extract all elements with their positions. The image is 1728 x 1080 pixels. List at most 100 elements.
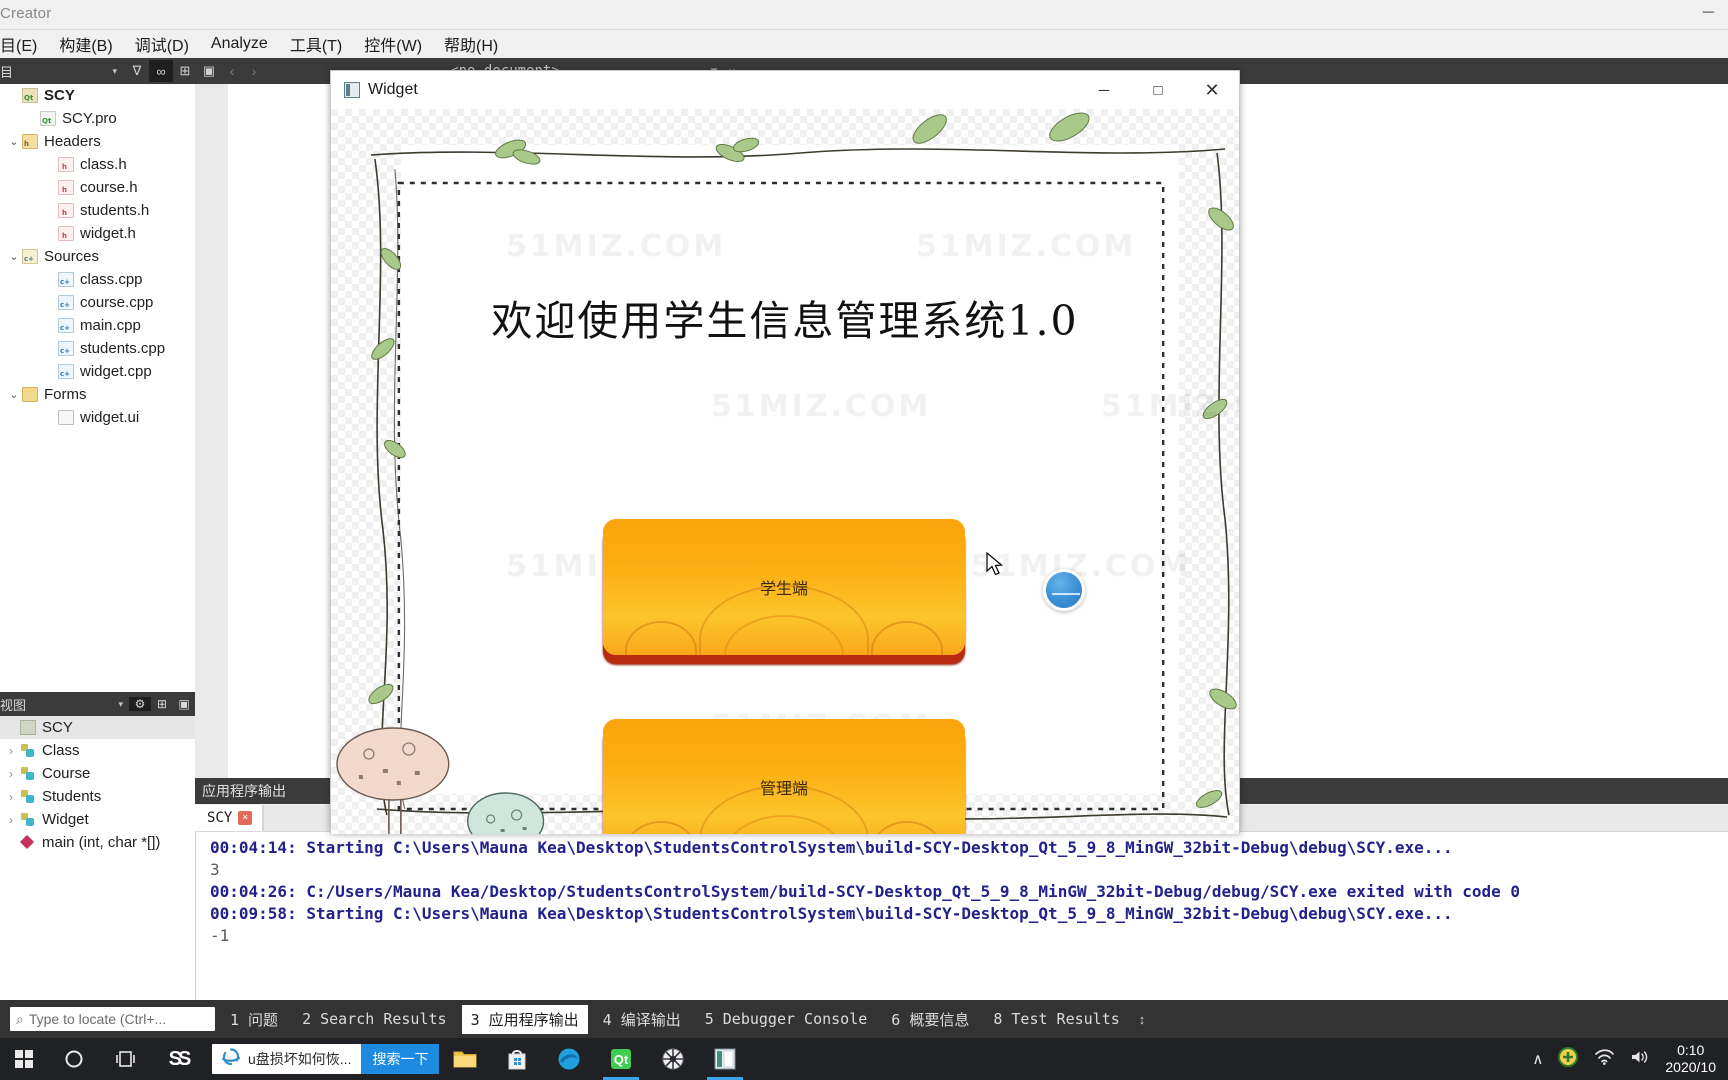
volume-icon[interactable] [1629,1048,1651,1071]
collapse-icon[interactable]: ▣ [197,60,221,82]
split-icon[interactable]: ⊞ [173,60,197,82]
task-view-button[interactable] [100,1038,152,1080]
start-button[interactable] [0,1038,48,1080]
chevron-right-icon[interactable]: › [2,767,20,781]
twisty-expanded-icon[interactable]: ⌄ [6,250,22,263]
menu-item-debug[interactable]: 调试(D) [124,30,200,58]
menu-item-widgets[interactable]: 控件(W) [353,30,433,58]
project-tree-item[interactable]: Qt SCY [0,84,195,107]
menu-item-file[interactable]: 目(E) [0,30,48,58]
chevron-down-icon[interactable]: ▾ [118,699,129,710]
class-view-item[interactable]: › Students [0,785,195,808]
project-tree-item[interactable]: ⌄ h Headers [0,130,195,153]
expand-all-icon[interactable]: ⊞ [151,697,173,711]
statusbar-tab[interactable]: 4 编译输出 [594,1005,690,1034]
class-view-item[interactable]: SCY [0,716,195,739]
nav-back-icon[interactable]: ‹ [221,63,243,79]
class-view-item[interactable]: › Course [0,762,195,785]
menu-item-analyze[interactable]: Analyze [200,33,279,55]
widget-window-controls: ─ □ ✕ [1077,71,1239,109]
admin-client-button[interactable]: 管理端 [603,719,965,834]
project-tree-item[interactable]: c+ students.cpp [0,337,195,360]
edge-icon[interactable] [543,1038,595,1080]
chevron-right-icon[interactable]: › [2,790,20,804]
project-tree-item-label: class.h [80,156,127,173]
twisty-expanded-icon[interactable]: ⌄ [6,135,22,148]
media-player-icon[interactable] [647,1038,699,1080]
statusbar-tab[interactable]: 1 问题 [221,1005,287,1034]
project-tree-item[interactable]: c+ widget.cpp [0,360,195,383]
class-filter-icon[interactable]: ▣ [173,697,195,711]
link-icon[interactable]: ∞ [149,60,173,82]
project-tree-item[interactable]: c+ class.cpp [0,268,195,291]
qtproj-icon: Qt [22,88,38,103]
statusbar-tab-number: 5 [704,1010,714,1028]
twisty-expanded-icon[interactable]: ⌄ [6,388,22,401]
output-tab-scy[interactable]: SCY × [195,804,264,831]
project-tree-item[interactable]: h course.h [0,176,195,199]
menu-item-build[interactable]: 构建(B) [48,30,123,58]
security-shield-icon[interactable] [1557,1046,1579,1073]
sync-icon[interactable]: ⚙ [129,697,151,711]
statusbar-tab-label: 概要信息 [900,1010,970,1029]
widget-minimize-button[interactable]: ─ [1077,71,1131,109]
icon-tag: c+ [60,301,71,309]
widget-close-button[interactable]: ✕ [1185,71,1239,109]
project-tree-item-label: students.cpp [80,340,166,357]
project-tree-item-label: course.cpp [80,294,154,311]
project-tree-item[interactable]: h students.h [0,199,195,222]
folderf-icon [22,387,38,402]
search-icon: ⌕ [16,1010,24,1027]
windows-taskbar: SS u盘损坏如何恢... 搜索一下 Qt ∧ 0:10 2020/10 [0,1038,1728,1080]
mouse-cursor [986,552,1004,576]
project-tree-item[interactable]: c+ course.cpp [0,291,195,314]
class-view-item[interactable]: main (int, char *[]) [0,831,195,854]
chevron-right-icon[interactable]: › [2,744,20,758]
statusbar-tab[interactable]: 2 Search Results [293,1006,456,1032]
chevron-up-icon[interactable]: ∧ [1532,1050,1543,1068]
statusbar-tab[interactable]: 3 应用程序输出 [461,1004,588,1034]
class-view-item[interactable]: › Widget [0,808,195,831]
close-icon[interactable]: × [238,810,253,825]
statusbar-tab[interactable]: 6 概要信息 [882,1005,978,1034]
widget-maximize-button[interactable]: □ [1131,71,1185,109]
widget-titlebar: Widget ─ □ ✕ [331,71,1239,109]
statusbar-tab[interactable]: 8 Test Results [984,1006,1128,1032]
ide-minimize-button[interactable]: ─ [1703,2,1714,24]
output-console[interactable]: 00:04:14: Starting C:\Users\Mauna Kea\De… [195,832,1728,1000]
uifile-icon [58,410,74,425]
locate-input[interactable]: ⌕ Type to locate (Ctrl+... [10,1007,215,1031]
project-tree-item[interactable]: c+ main.cpp [0,314,195,337]
project-tree-item[interactable]: ⌄ c+ Sources [0,245,195,268]
statusbar-tab-label: 编译输出 [611,1010,681,1029]
microsoft-store-icon[interactable] [491,1038,543,1080]
icon-tag: h [62,232,67,240]
sogou-input-icon[interactable]: SS [152,1038,204,1080]
project-tree-item-label: Headers [44,133,101,150]
project-tree-item[interactable]: widget.ui [0,406,195,429]
file-explorer-icon[interactable] [439,1038,491,1080]
project-tree-item[interactable]: h widget.h [0,222,195,245]
chevron-right-icon[interactable]: › [2,813,20,827]
taskbar-search-box[interactable]: u盘损坏如何恢... 搜索一下 [212,1044,440,1074]
student-client-button[interactable]: 学生端 [603,519,965,655]
internet-explorer-icon [220,1046,242,1073]
menu-item-tools[interactable]: 工具(T) [279,30,353,58]
taskbar-clock[interactable]: 0:10 2020/10 [1665,1042,1716,1076]
taskbar-search-button[interactable]: 搜索一下 [361,1044,440,1074]
filter-icon[interactable]: ∇ [125,60,149,82]
project-tree-item[interactable]: h class.h [0,153,195,176]
menu-item-help[interactable]: 帮助(H) [433,30,509,58]
nav-forward-icon[interactable]: › [243,63,265,79]
wifi-icon[interactable] [1593,1048,1615,1071]
output-pane-selector-icon[interactable]: ↕ [1139,1012,1146,1027]
qt-creator-icon[interactable]: Qt [595,1038,647,1080]
project-tree-item[interactable]: ⌄ Forms [0,383,195,406]
cortana-button[interactable] [48,1038,100,1080]
project-tree-item[interactable]: Qt SCY.pro [0,107,195,130]
project-filter-combo[interactable]: 目 ▾ [0,60,125,82]
statusbar-tab[interactable]: 5 Debugger Console [696,1006,877,1032]
class-view-item[interactable]: › Class [0,739,195,762]
widget-app-taskbar-icon[interactable] [699,1038,751,1080]
taskbar-search-query: u盘损坏如何恢... [248,1051,352,1067]
